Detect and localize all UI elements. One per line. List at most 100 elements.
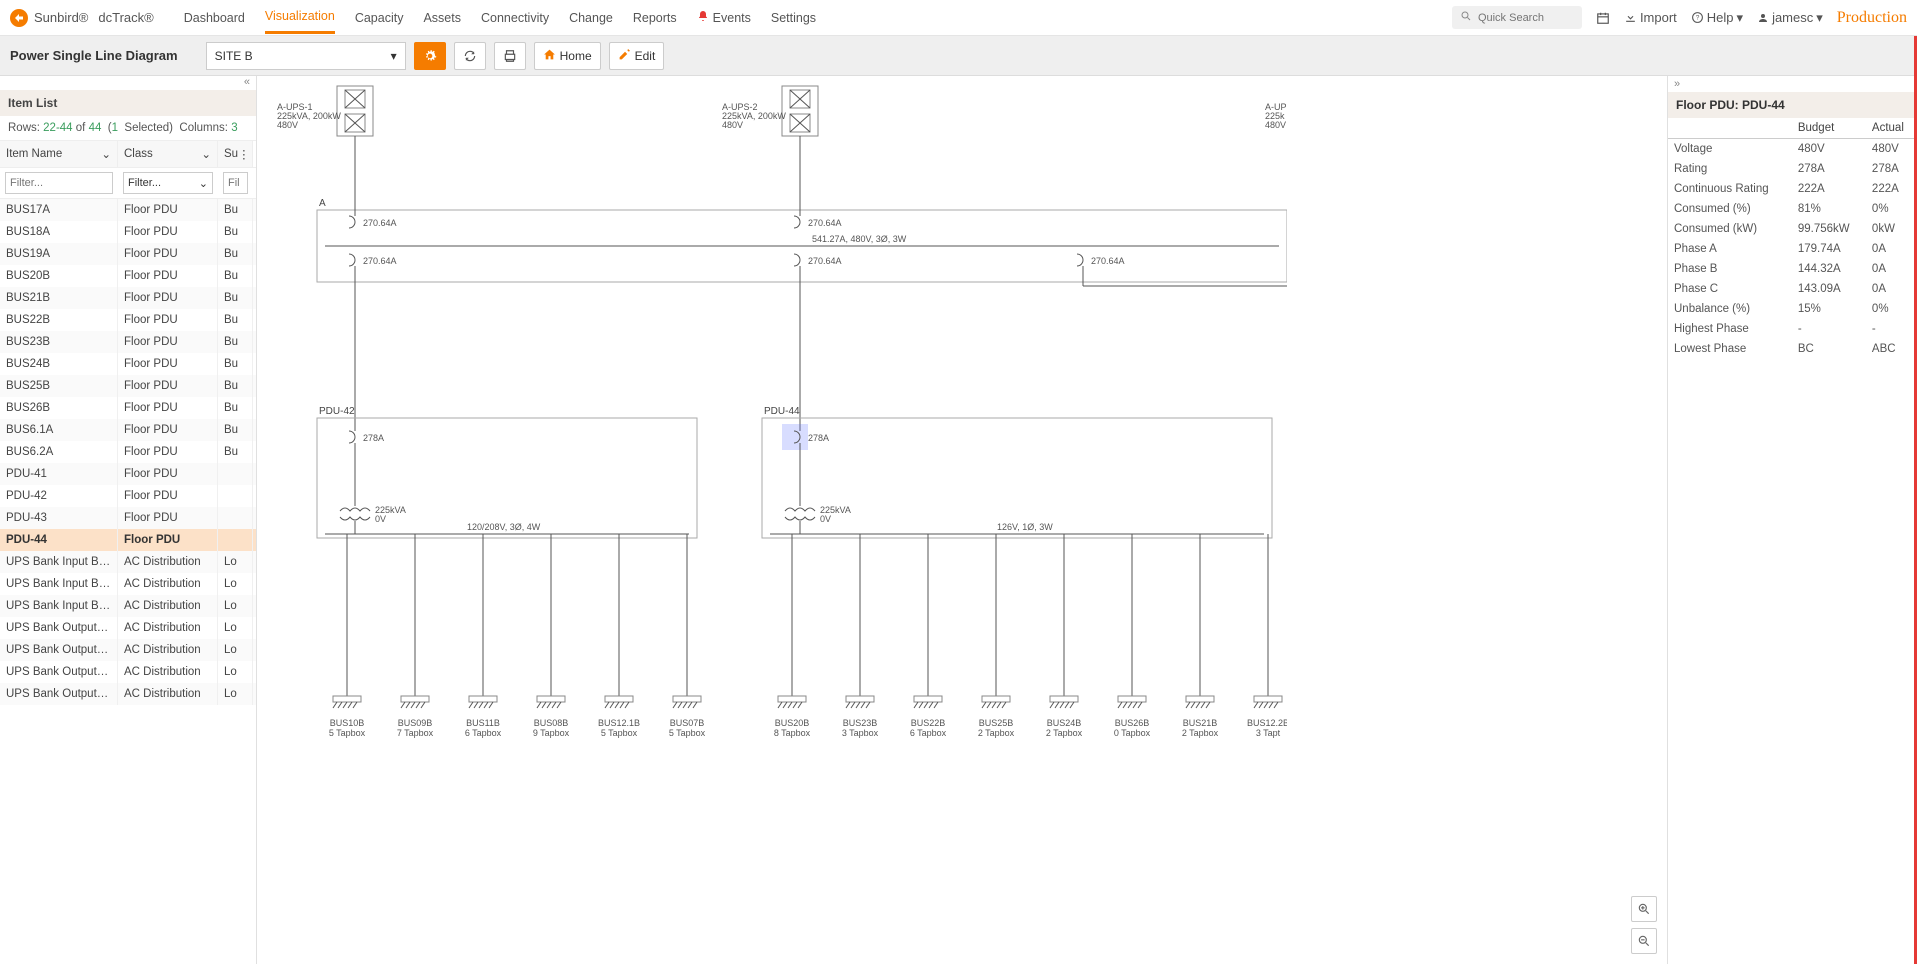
item-list-panel: « Item List Rows: 22-44 of 44 (1 Selecte… (0, 76, 257, 964)
cell-item-name: UPS Bank Input Breaker 3 (0, 595, 118, 617)
table-row[interactable]: PDU-41Floor PDU (0, 463, 256, 485)
expand-right-panel[interactable]: » (1668, 76, 1917, 92)
nav-change[interactable]: Change (569, 3, 613, 33)
cell-class: AC Distribution (118, 639, 218, 661)
settings-gear-button[interactable] (414, 42, 446, 70)
col-su[interactable]: Su⋮ (218, 141, 253, 167)
table-row[interactable]: BUS6.2AFloor PDUBu (0, 441, 256, 463)
zoom-in-button[interactable] (1631, 896, 1657, 922)
collapse-left-panel[interactable]: « (0, 76, 256, 90)
table-row[interactable]: BUS24BFloor PDUBu (0, 353, 256, 375)
site-select[interactable]: SITE B ▾ (206, 42, 406, 70)
quick-search-input[interactable] (1478, 12, 1574, 24)
chevron-down-icon: ⌄ (199, 177, 208, 190)
nav-connectivity[interactable]: Connectivity (481, 3, 549, 33)
calendar-button[interactable] (1596, 11, 1610, 25)
table-row[interactable]: BUS25BFloor PDUBu (0, 375, 256, 397)
table-row[interactable]: BUS18AFloor PDUBu (0, 221, 256, 243)
svg-text:PDU-44: PDU-44 (764, 406, 800, 417)
table-row[interactable]: UPS Bank Input Breaker 3AC DistributionL… (0, 595, 256, 617)
detail-actual: 480V (1866, 139, 1917, 160)
cell-su: Bu (218, 397, 253, 419)
col-class[interactable]: Class⌄ (118, 141, 218, 167)
nav-reports[interactable]: Reports (633, 3, 677, 33)
svg-text:541.27A, 480V, 3Ø, 3W: 541.27A, 480V, 3Ø, 3W (812, 234, 907, 244)
svg-text:?: ? (1695, 15, 1699, 22)
table-row[interactable]: BUS17AFloor PDUBu (0, 199, 256, 221)
detail-budget: 99.756kW (1792, 219, 1866, 239)
cell-item-name: UPS Bank Input Breaker 1 (0, 551, 118, 573)
nav-assets[interactable]: Assets (423, 3, 461, 33)
svg-text:BUS26B: BUS26B (1115, 718, 1150, 728)
table-row[interactable]: UPS Bank Output Breaker 1AC Distribution… (0, 617, 256, 639)
svg-text:270.64A: 270.64A (1091, 256, 1125, 266)
table-row[interactable]: BUS20BFloor PDUBu (0, 265, 256, 287)
table-row[interactable]: BUS26BFloor PDUBu (0, 397, 256, 419)
page-title: Power Single Line Diagram (10, 48, 178, 63)
cell-item-name: UPS Bank Input Breaker 2 (0, 573, 118, 595)
details-title: Floor PDU: PDU-44 (1668, 92, 1917, 118)
help-button[interactable]: ? Help ▾ (1691, 10, 1743, 26)
col-item-name[interactable]: Item Name⌄ (0, 141, 118, 167)
table-row[interactable]: UPS Bank Output Breaker 4AC Distribution… (0, 683, 256, 705)
edit-button[interactable]: Edit (609, 42, 665, 70)
rows-label: Rows: (8, 122, 40, 134)
nav-dashboard[interactable]: Dashboard (184, 3, 245, 33)
table-row[interactable]: PDU-44Floor PDU (0, 529, 256, 551)
cell-item-name: UPS Bank Output Breaker 1 (0, 617, 118, 639)
help-label: Help (1707, 10, 1734, 25)
cell-item-name: BUS17A (0, 199, 118, 221)
env-badge: Production (1837, 9, 1907, 27)
svg-text:2 Tapbox: 2 Tapbox (1182, 728, 1219, 738)
actual-header: Actual (1866, 118, 1917, 139)
brand-logo-icon (10, 9, 28, 27)
table-row[interactable]: BUS23BFloor PDUBu (0, 331, 256, 353)
table-row[interactable]: UPS Bank Input Breaker 2AC DistributionL… (0, 573, 256, 595)
cell-item-name: BUS25B (0, 375, 118, 397)
table-row[interactable]: UPS Bank Output Breaker 2AC Distribution… (0, 639, 256, 661)
table-row[interactable]: BUS22BFloor PDUBu (0, 309, 256, 331)
detail-label: Continuous Rating (1668, 179, 1792, 199)
columns-count: 3 (231, 122, 237, 134)
filter-su[interactable] (223, 172, 248, 194)
rows-range: 22-44 (43, 122, 72, 134)
svg-text:BUS20B: BUS20B (775, 718, 810, 728)
cell-class: Floor PDU (118, 221, 218, 243)
table-row[interactable]: BUS6.1AFloor PDUBu (0, 419, 256, 441)
detail-budget: 222A (1792, 179, 1866, 199)
table-row[interactable]: UPS Bank Output Breaker 3AC Distribution… (0, 661, 256, 683)
item-list-body[interactable]: BUS17AFloor PDUBuBUS18AFloor PDUBuBUS19A… (0, 199, 256, 964)
svg-text:270.64A: 270.64A (808, 256, 842, 266)
nav-capacity[interactable]: Capacity (355, 3, 404, 33)
detail-actual: 278A (1866, 159, 1917, 179)
cell-class: Floor PDU (118, 309, 218, 331)
item-list-header: Item List (0, 90, 256, 116)
diagram-canvas[interactable]: A-UPS-1225kVA, 200kW480VA-UPS-2225kVA, 2… (257, 76, 1667, 964)
nav-links: Dashboard Visualization Capacity Assets … (184, 0, 816, 35)
svg-text:A: A (319, 198, 326, 209)
detail-budget: BC (1792, 339, 1866, 359)
table-row[interactable]: UPS Bank Input Breaker 1AC DistributionL… (0, 551, 256, 573)
svg-text:8 Tapbox: 8 Tapbox (774, 728, 811, 738)
table-row[interactable]: BUS21BFloor PDUBu (0, 287, 256, 309)
print-button[interactable] (494, 42, 526, 70)
detail-actual: 0A (1866, 239, 1917, 259)
table-row[interactable]: BUS19AFloor PDUBu (0, 243, 256, 265)
detail-label: Phase B (1668, 259, 1792, 279)
filter-class[interactable]: Filter...⌄ (123, 172, 213, 194)
table-row[interactable]: PDU-43Floor PDU (0, 507, 256, 529)
import-button[interactable]: Import (1624, 10, 1677, 25)
table-row[interactable]: PDU-42Floor PDU (0, 485, 256, 507)
svg-text:0V: 0V (820, 514, 831, 524)
filter-item-name[interactable] (5, 172, 113, 194)
refresh-button[interactable] (454, 42, 486, 70)
nav-visualization[interactable]: Visualization (265, 1, 335, 34)
home-button[interactable]: Home (534, 42, 601, 70)
quick-search[interactable] (1452, 6, 1582, 29)
nav-settings[interactable]: Settings (771, 3, 816, 33)
zoom-out-button[interactable] (1631, 928, 1657, 954)
nav-events[interactable]: Events (697, 2, 751, 33)
svg-text:270.64A: 270.64A (363, 256, 397, 266)
user-menu[interactable]: jamesc ▾ (1757, 10, 1823, 26)
svg-text:5 Tapbox: 5 Tapbox (329, 728, 366, 738)
